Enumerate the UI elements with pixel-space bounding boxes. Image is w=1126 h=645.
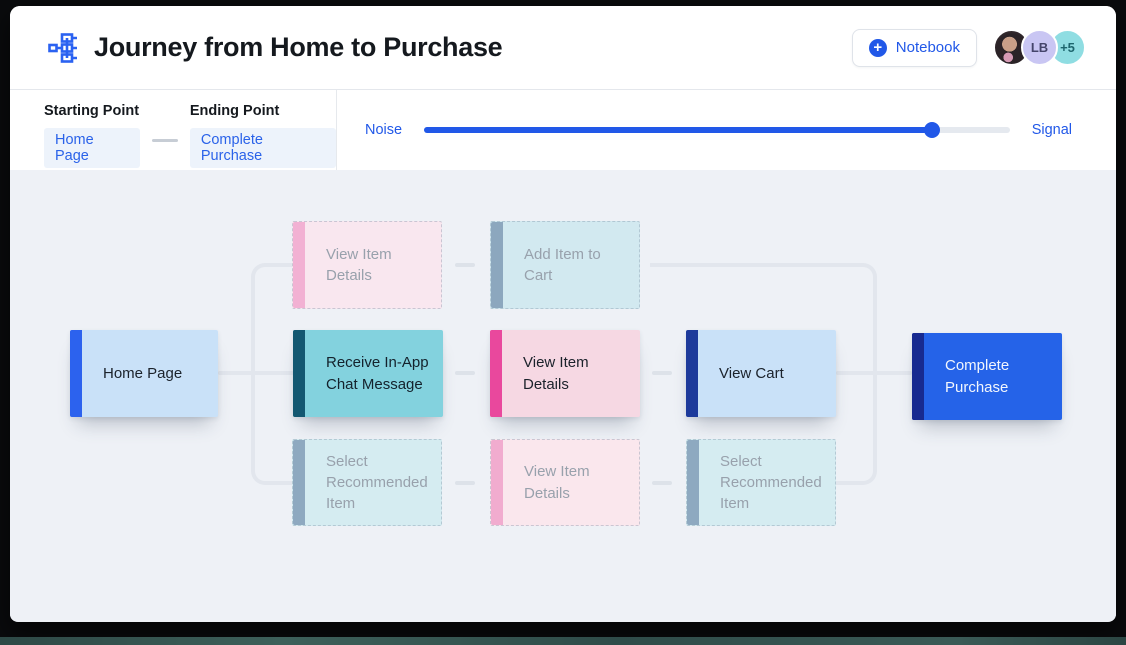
node-view-cart[interactable]: View Cart (686, 330, 836, 417)
node-add-item-to-cart[interactable]: Add Item to Cart (490, 221, 640, 309)
points-connector-dash (152, 139, 177, 142)
node-accent-bar (293, 222, 305, 308)
header: Journey from Home to Purchase + Notebook… (10, 6, 1116, 90)
node-accent-bar (491, 440, 503, 525)
plus-icon: + (869, 39, 887, 57)
node-complete-purchase[interactable]: Complete Purchase (912, 333, 1062, 420)
notebook-button[interactable]: + Notebook (852, 29, 977, 67)
node-accent-bar (491, 222, 503, 308)
node-accent-bar (490, 330, 502, 417)
node-accent-bar (687, 440, 699, 525)
journey-points-panel: Starting Point Home Page Ending Point Co… (10, 90, 337, 170)
noise-signal-slider-track[interactable] (424, 127, 1010, 133)
ending-point-chip[interactable]: Complete Purchase (190, 128, 336, 168)
noise-signal-slider-panel: Noise Signal (337, 90, 1116, 170)
starting-point-chip[interactable]: Home Page (44, 128, 140, 168)
user-avatar-initials[interactable]: LB (1021, 29, 1058, 66)
ending-point-label: Ending Point (190, 103, 336, 119)
slider-thumb[interactable] (924, 122, 940, 138)
node-label: View Item Details (490, 352, 640, 395)
node-label: View Cart (686, 363, 794, 384)
journey-canvas: Home Page View Item Details Add Item to Ca… (10, 170, 1116, 621)
connector-dash-middle-1 (455, 371, 475, 375)
node-accent-bar (912, 333, 924, 420)
node-select-recommended-item-right[interactable]: Select Recommended Item (686, 439, 836, 526)
slider-signal-label: Signal (1032, 122, 1072, 138)
journey-flow-icon (48, 33, 82, 63)
slider-noise-label: Noise (365, 122, 402, 138)
node-select-recommended-item-left[interactable]: Select Recommended Item (292, 439, 442, 526)
slider-fill (424, 127, 932, 133)
node-accent-bar (686, 330, 698, 417)
node-view-item-details-top[interactable]: View Item Details (292, 221, 442, 309)
controls-band: Starting Point Home Page Ending Point Co… (10, 90, 1116, 170)
node-receive-in-app-chat-message[interactable]: Receive In-App Chat Message (293, 330, 443, 417)
connector-dash-bottom-2 (652, 481, 672, 485)
node-label: View Item Details (491, 461, 639, 504)
node-view-item-details-bottom[interactable]: View Item Details (490, 439, 640, 526)
node-home-page[interactable]: Home Page (70, 330, 218, 417)
connector-dash-top (455, 263, 475, 267)
connector-right-bottom (836, 373, 877, 485)
node-accent-bar (70, 330, 82, 417)
notebook-button-label: Notebook (896, 39, 960, 56)
node-label: Select Recommended Item (293, 451, 441, 515)
node-accent-bar (293, 330, 305, 417)
app-window: Journey from Home to Purchase + Notebook… (10, 6, 1116, 622)
avatar-group: LB +5 (993, 29, 1086, 66)
node-label: Complete Purchase (912, 355, 1062, 398)
desktop-edge-strip (0, 637, 1126, 645)
node-label: Add Item to Cart (491, 244, 639, 287)
node-label: Home Page (70, 363, 192, 384)
node-label: Select Recommended Item (687, 451, 835, 515)
node-label: View Item Details (293, 244, 441, 287)
node-accent-bar (293, 440, 305, 525)
node-label: Receive In-App Chat Message (293, 352, 443, 395)
node-view-item-details-middle[interactable]: View Item Details (490, 330, 640, 417)
connector-dash-bottom-1 (455, 481, 475, 485)
connector-left-bracket (251, 263, 293, 485)
starting-point-label: Starting Point (44, 103, 140, 119)
connector-cart-to-complete (836, 371, 912, 375)
page-title: Journey from Home to Purchase (94, 32, 502, 63)
